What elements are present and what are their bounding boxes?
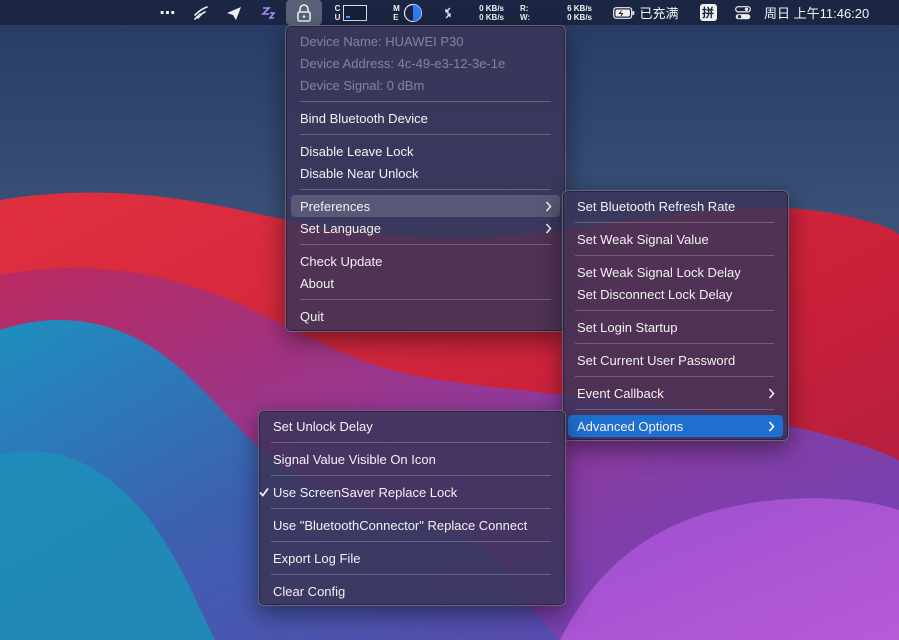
set-login-startup-item[interactable]: Set Login Startup [568, 316, 783, 338]
menu-separator [300, 244, 551, 245]
menu-separator [300, 189, 551, 190]
chevron-right-icon [545, 195, 552, 217]
bluetooth-lock-icon[interactable] [286, 0, 322, 25]
export-log-file-item[interactable]: Export Log File [264, 547, 560, 569]
menu-separator [271, 475, 551, 476]
more-icon[interactable]: ⋯ [155, 0, 179, 25]
set-language-item[interactable]: Set Language [291, 217, 560, 239]
use-screensaver-replace-lock-item[interactable]: Use ScreenSaver Replace Lock [259, 481, 560, 503]
advanced-options-item[interactable]: Advanced Options [568, 415, 783, 437]
send-icon[interactable] [222, 0, 246, 25]
menu-separator [300, 134, 551, 135]
disable-near-unlock-item[interactable]: Disable Near Unlock [291, 162, 560, 184]
app-dropdown-menu: Device Name: HUAWEI P30 Device Address: … [285, 25, 566, 332]
menu-separator [575, 343, 774, 344]
set-current-user-password-item[interactable]: Set Current User Password [568, 349, 783, 371]
preferences-item[interactable]: Preferences [291, 195, 560, 217]
preferences-submenu: Set Bluetooth Refresh Rate Set Weak Sign… [562, 190, 789, 441]
control-center-icon[interactable] [732, 0, 754, 25]
menu-separator [271, 541, 551, 542]
chevron-right-icon [768, 415, 775, 437]
menu-separator [575, 310, 774, 311]
chevron-right-icon [545, 217, 552, 239]
disk-activity[interactable]: R: W: 6 KB/s 0 KB/s [520, 0, 592, 25]
menubar-clock[interactable]: 周日 上午11:46:20 [764, 0, 886, 25]
menu-separator [575, 255, 774, 256]
set-bluetooth-refresh-rate-item[interactable]: Set Bluetooth Refresh Rate [568, 195, 783, 217]
about-item[interactable]: About [291, 272, 560, 294]
set-weak-signal-value-item[interactable]: Set Weak Signal Value [568, 228, 783, 250]
menu-separator [271, 442, 551, 443]
event-callback-item[interactable]: Event Callback [568, 382, 783, 404]
battery-icon [613, 6, 635, 19]
menu-separator [575, 409, 774, 410]
device-signal-item: Device Signal: 0 dBm [300, 77, 425, 93]
menu-separator [271, 508, 551, 509]
check-update-item[interactable]: Check Update [291, 250, 560, 272]
cpu-graph [343, 4, 368, 21]
set-disconnect-lock-delay-item[interactable]: Set Disconnect Lock Delay [568, 283, 783, 305]
disable-leave-lock-item[interactable]: Disable Leave Lock [291, 140, 560, 162]
set-unlock-delay-item[interactable]: Set Unlock Delay [264, 415, 560, 437]
device-name-item: Device Name: HUAWEI P30 [300, 33, 464, 49]
checkmark-icon [259, 481, 269, 503]
menubar: ⋯ C U M E 0 KB/s 0 KB/s R: W: 6 KB/s 0 K… [0, 0, 899, 25]
network-speed[interactable]: 0 KB/s 0 KB/s [458, 0, 504, 25]
memory-monitor[interactable]: M E [390, 0, 426, 25]
battery-status[interactable]: 已充满 [612, 0, 680, 25]
cpu-monitor[interactable]: C U [331, 0, 371, 25]
menu-separator [300, 101, 551, 102]
advanced-options-submenu: Set Unlock Delay Signal Value Visible On… [258, 410, 566, 606]
use-bluetoothconnector-item[interactable]: Use "BluetoothConnector" Replace Connect [264, 514, 560, 536]
clear-config-item[interactable]: Clear Config [264, 580, 560, 602]
device-address-item: Device Address: 4c-49-e3-12-3e-1e [300, 55, 506, 71]
memory-pie-icon [403, 3, 422, 22]
menu-separator [300, 299, 551, 300]
airplay-icon[interactable] [189, 0, 213, 25]
chevron-right-icon [768, 382, 775, 404]
network-arrows-icon [440, 0, 456, 25]
quit-item[interactable]: Quit [291, 305, 560, 327]
set-weak-signal-lock-delay-item[interactable]: Set Weak Signal Lock Delay [568, 261, 783, 283]
input-method-icon[interactable]: 拼 [697, 0, 719, 25]
sleep-icon[interactable] [256, 0, 280, 25]
signal-value-visible-item[interactable]: Signal Value Visible On Icon [264, 448, 560, 470]
menu-separator [575, 376, 774, 377]
bind-bluetooth-device-item[interactable]: Bind Bluetooth Device [291, 107, 560, 129]
menu-separator [271, 574, 551, 575]
menu-separator [575, 222, 774, 223]
